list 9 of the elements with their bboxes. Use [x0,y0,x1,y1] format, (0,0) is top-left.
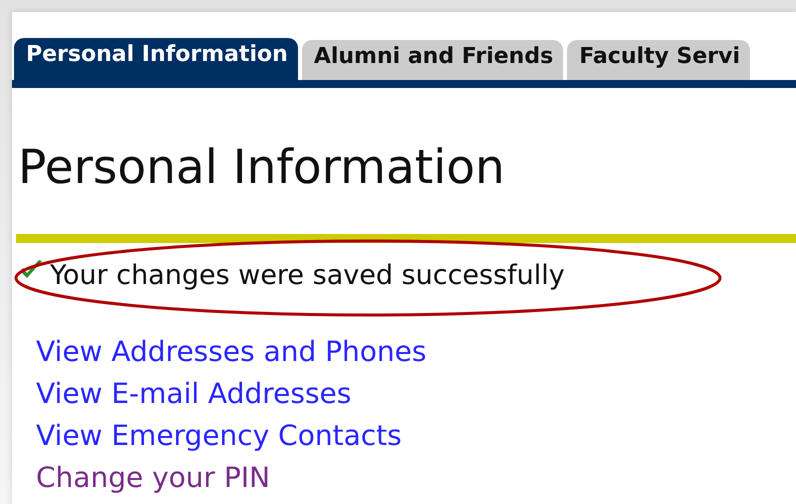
tab[interactable]: Alumni and Friends [302,40,564,80]
menu-link[interactable]: View Emergency Contacts [36,415,402,457]
tab[interactable]: Faculty Servi [567,40,750,80]
success-message: Your changes were saved successfully [50,260,565,290]
tab[interactable]: Personal Information [14,38,298,80]
page-heading: Personal Information [18,139,506,197]
menu-link[interactable]: Change your PIN [36,457,270,499]
menu-link[interactable]: View Addresses and Phones [36,331,426,373]
menu-link[interactable]: View E-mail Addresses [36,373,352,415]
